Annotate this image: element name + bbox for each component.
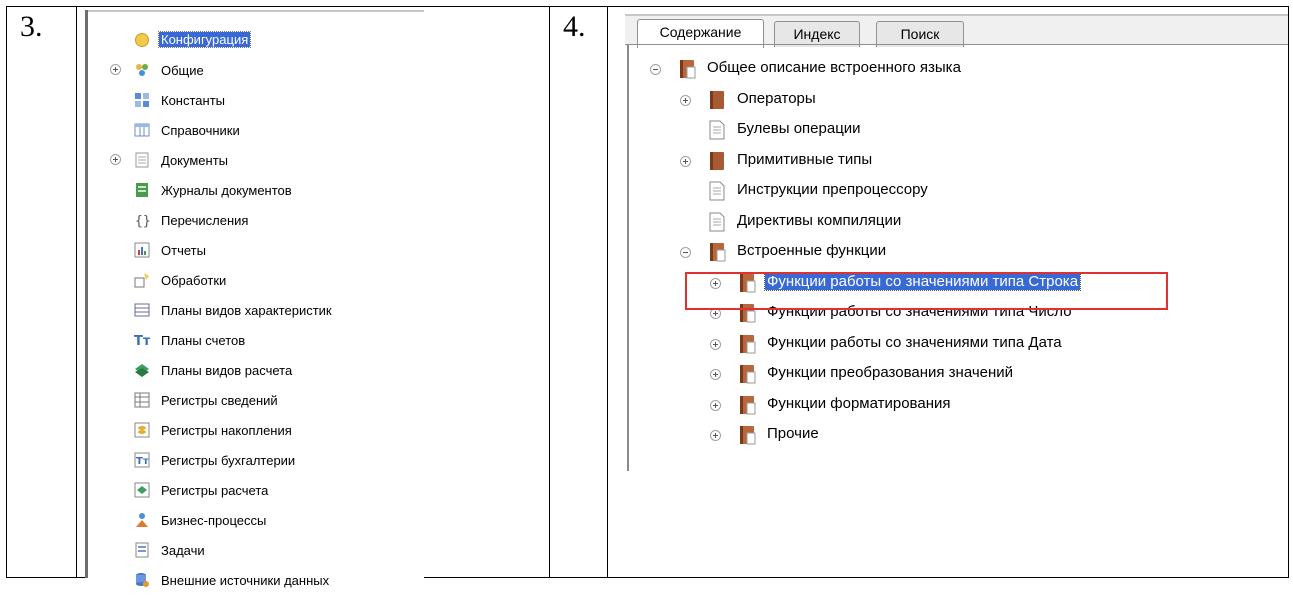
svg-text:Тт: Тт xyxy=(134,334,150,348)
help-tree-item-label: Общее описание встроенного языка xyxy=(707,59,961,76)
chart-of-calculation-types-icon xyxy=(134,362,150,378)
catalogs-icon xyxy=(134,122,150,138)
page-icon xyxy=(708,181,726,201)
documents-icon xyxy=(134,152,150,168)
help-tree-item-label: Булевы операции xyxy=(737,120,861,137)
help-tree-item-label: Операторы xyxy=(737,89,816,107)
svg-text:{}: {} xyxy=(135,214,150,228)
common-icon xyxy=(134,62,150,78)
tree-item-label: Регистры накопления xyxy=(161,423,292,438)
constants-icon xyxy=(134,92,150,108)
expand-icon[interactable] xyxy=(110,64,121,75)
help-tree-item-label: Функции преобразования значений xyxy=(767,364,1014,381)
open-book-icon xyxy=(738,425,756,445)
enums-icon: {} xyxy=(134,212,151,229)
open-book-icon xyxy=(678,59,696,79)
table-divider xyxy=(607,6,608,578)
svg-text:Тт: Тт xyxy=(136,456,149,467)
tree-item-label: Бизнес-процессы xyxy=(161,513,267,528)
calculation-registers-icon xyxy=(134,482,150,498)
open-book-icon xyxy=(738,395,756,415)
accumulation-registers-icon xyxy=(134,422,150,438)
external-data-sources-icon xyxy=(134,572,150,588)
collapse-icon[interactable] xyxy=(680,247,691,258)
highlight-box xyxy=(685,272,1168,310)
accounting-registers-icon: Тт xyxy=(134,452,150,468)
cell-number-4: 4. xyxy=(563,10,586,43)
help-tree-item-label: Инструкции препроцессору xyxy=(737,181,928,198)
panel-top-border xyxy=(88,10,424,12)
configuration-tree-panel: Конфигурация Общие Константы Справочники Док… xyxy=(85,10,424,588)
help-tree-item-label: Примитивные типы xyxy=(737,150,873,168)
data-processors-icon xyxy=(134,272,150,288)
book-icon xyxy=(708,151,726,171)
expand-icon[interactable] xyxy=(680,94,691,106)
help-tree-item-label: Прочие xyxy=(767,425,819,442)
information-registers-icon xyxy=(134,392,150,408)
tree-item-label: Планы счетов xyxy=(161,333,246,348)
tree-item-label: Регистры бухгалтерии xyxy=(161,453,296,468)
expand-icon[interactable] xyxy=(110,154,121,165)
tree-item-label: Общие xyxy=(161,63,204,78)
chart-of-characteristic-types-icon xyxy=(134,302,150,318)
reports-icon xyxy=(134,242,150,258)
page-icon xyxy=(708,212,726,232)
business-processes-icon xyxy=(134,512,150,528)
tasks-icon xyxy=(134,542,150,558)
help-contents-panel: Содержание Индекс Поиск Общее описание в… xyxy=(625,14,1288,471)
help-tree-item-label: Функции работы со значениями типа Дата xyxy=(767,333,1062,351)
tree-item-label: Конфигурация xyxy=(157,31,252,48)
page-icon xyxy=(708,120,726,140)
help-tree-item-label: Директивы компиляции xyxy=(737,211,902,229)
table-divider xyxy=(76,6,77,578)
expand-icon[interactable] xyxy=(710,338,721,350)
tree-item-label: Планы видов характеристик xyxy=(161,303,332,318)
tree-item-label: Внешние источники данных xyxy=(161,573,330,588)
panel-left-border xyxy=(627,45,629,471)
tree-item-label: Планы видов расчета xyxy=(161,363,293,378)
expand-icon[interactable] xyxy=(710,399,721,411)
help-tree-item-label: Функции форматирования xyxy=(767,394,951,412)
config-root-icon xyxy=(134,32,150,48)
open-book-icon xyxy=(738,364,756,384)
help-tree-item-label: Встроенные функции xyxy=(737,242,887,259)
chart-of-accounts-icon: Тт xyxy=(134,332,151,349)
tree-item-label: Регистры сведений xyxy=(161,393,278,408)
cell-number-3: 3. xyxy=(20,10,43,43)
expand-icon[interactable] xyxy=(680,155,691,167)
tree-item-label: Константы xyxy=(161,93,225,108)
tab-underline xyxy=(625,44,1288,45)
document-journals-icon xyxy=(134,182,150,198)
book-icon xyxy=(708,90,726,110)
tree-item-label: Перечисления xyxy=(161,213,249,228)
open-book-icon xyxy=(738,334,756,354)
expand-icon[interactable] xyxy=(710,430,721,441)
tree-item-label: Регистры расчета xyxy=(161,483,269,498)
tree-item-label: Обработки xyxy=(161,273,227,288)
tree-item-label: Отчеты xyxy=(161,243,206,258)
tree-item-label: Журналы документов xyxy=(161,183,292,198)
help-tab-bar: Содержание Индекс Поиск xyxy=(625,14,1288,48)
table-divider xyxy=(549,6,550,578)
tree-item-label: Документы xyxy=(161,153,229,168)
expand-icon[interactable] xyxy=(710,369,721,380)
tree-item-label: Задачи xyxy=(161,543,205,558)
tree-item-label: Справочники xyxy=(161,123,240,138)
collapse-icon[interactable] xyxy=(650,64,661,75)
open-book-icon xyxy=(708,242,726,262)
